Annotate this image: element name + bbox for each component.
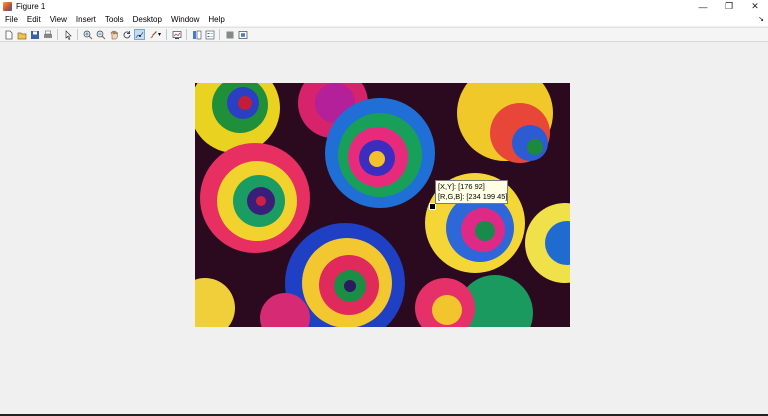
- print-icon[interactable]: [42, 29, 53, 40]
- link-plot-icon[interactable]: [171, 29, 182, 40]
- show-plot-tools-icon[interactable]: [237, 29, 248, 40]
- window-controls: — ❐ ✕: [690, 0, 768, 13]
- window-title: Figure 1: [16, 2, 46, 11]
- save-icon[interactable]: [29, 29, 40, 40]
- toolbar-separator: [57, 29, 58, 40]
- menu-edit[interactable]: Edit: [22, 15, 45, 24]
- menu-help[interactable]: Help: [203, 15, 228, 24]
- menu-window[interactable]: Window: [166, 15, 203, 24]
- menu-tools[interactable]: Tools: [100, 15, 128, 24]
- zoom-in-icon[interactable]: [82, 29, 93, 40]
- rainbow-roses-image: [195, 83, 570, 327]
- rotate-3d-icon[interactable]: [121, 29, 132, 40]
- minimize-button[interactable]: —: [690, 0, 716, 13]
- brush-icon[interactable]: [147, 29, 158, 40]
- close-button[interactable]: ✕: [742, 0, 768, 13]
- insert-legend-icon[interactable]: [204, 29, 215, 40]
- menu-desktop[interactable]: Desktop: [128, 15, 166, 24]
- data-cursor-icon[interactable]: [134, 29, 145, 40]
- toolbar-separator: [219, 29, 221, 40]
- datatip-rgb: [R,G,B]: [234 199 45]: [438, 192, 508, 201]
- title-bar: Figure 1 — ❐ ✕: [0, 0, 768, 13]
- datatip-box[interactable]: [X,Y]: [176 92] [R,G,B]: [234 199 45]: [435, 180, 508, 204]
- menu-view[interactable]: View: [45, 15, 71, 24]
- datatip-marker[interactable]: [429, 203, 436, 210]
- new-figure-icon[interactable]: [3, 29, 14, 40]
- image-axes[interactable]: [195, 83, 570, 327]
- open-file-icon[interactable]: [16, 29, 27, 40]
- dock-figure-icon[interactable]: ↘: [758, 13, 764, 26]
- zoom-out-icon[interactable]: [95, 29, 106, 40]
- pan-icon[interactable]: [108, 29, 119, 40]
- menu-file[interactable]: File: [0, 15, 22, 24]
- menu-insert[interactable]: Insert: [71, 15, 100, 24]
- toolbar-separator: [77, 29, 78, 40]
- figure-toolbar: ▾: [0, 27, 768, 42]
- maximize-button[interactable]: ❐: [716, 0, 742, 13]
- datatip-xy: [X,Y]: [176 92]: [438, 182, 485, 191]
- toolbar-separator: [186, 29, 188, 40]
- insert-colorbar-icon[interactable]: [191, 29, 202, 40]
- menu-bar: File Edit View Insert Tools Desktop Wind…: [0, 13, 768, 26]
- brush-dropdown-icon[interactable]: ▾: [158, 31, 161, 38]
- toolbar-separator: [166, 29, 168, 40]
- pointer-icon[interactable]: [62, 29, 73, 40]
- matlab-figure-icon: [3, 2, 12, 11]
- hide-plot-tools-icon[interactable]: [224, 29, 235, 40]
